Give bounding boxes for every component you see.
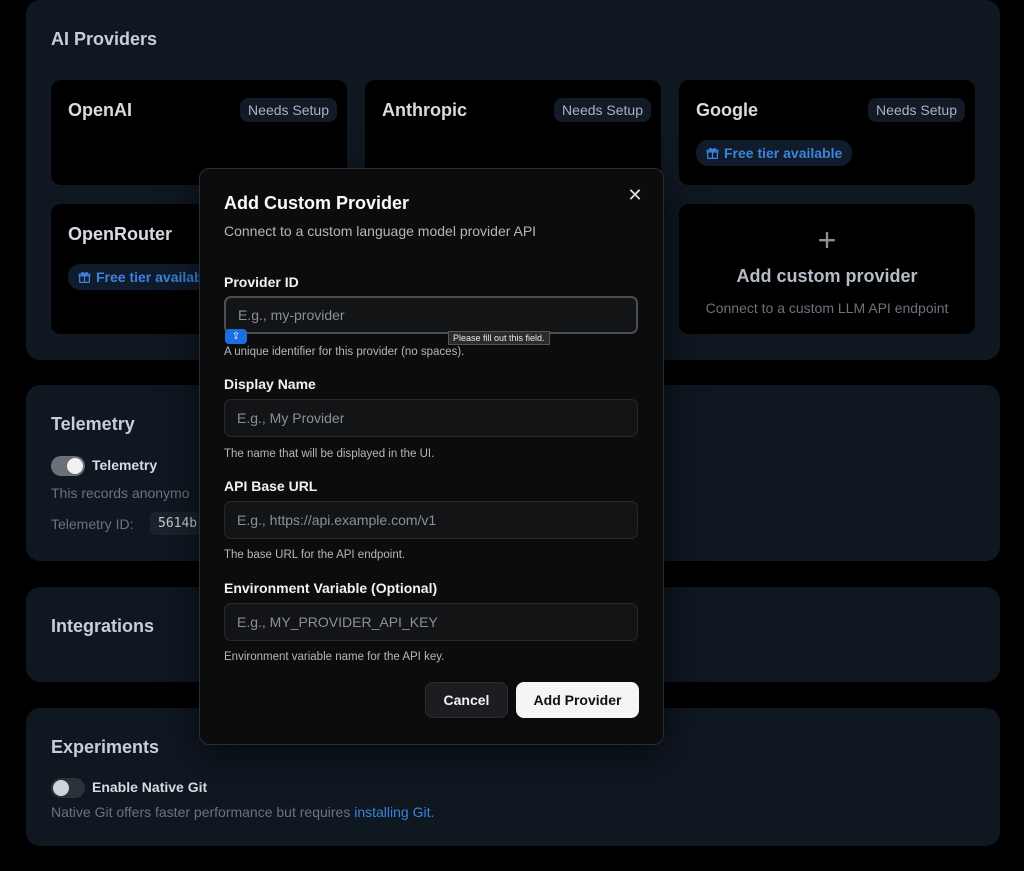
installing-git-link[interactable]: installing Git <box>354 804 430 820</box>
env-variable-input[interactable] <box>224 603 638 641</box>
dialog-title: Add Custom Provider <box>224 193 410 213</box>
section-title: Integrations <box>51 616 155 636</box>
dialog-subtitle: Connect to a custom language model provi… <box>224 223 537 239</box>
native-git-description: Native Git offers faster performance but… <box>51 804 434 820</box>
telemetry-id-label: Telemetry ID: <box>51 516 134 532</box>
description-text: Native Git offers faster performance but… <box>51 804 355 820</box>
section-title: AI Providers <box>51 29 158 49</box>
api-base-url-label: API Base URL <box>224 478 318 494</box>
close-icon[interactable]: ✕ <box>625 185 645 205</box>
env-variable-help: Environment variable name for the API ke… <box>224 651 445 663</box>
provider-id-input[interactable] <box>224 296 638 334</box>
free-tier-label: Free tier available <box>96 269 215 285</box>
api-base-url-help: The base URL for the API endpoint. <box>224 549 406 561</box>
provider-name: OpenRouter <box>68 224 173 244</box>
telemetry-id-value[interactable]: 5614b <box>150 512 206 535</box>
add-custom-provider-dialog: Add Custom Provider Connect to a custom … <box>199 168 664 745</box>
section-title: Telemetry <box>51 414 135 434</box>
native-git-label: Enable Native Git <box>92 779 208 795</box>
status-badge: Needs Setup <box>554 98 651 122</box>
free-tier-label: Free tier available <box>724 145 843 161</box>
provider-id-help: A unique identifier for this provider (n… <box>224 346 465 358</box>
env-variable-label: Environment Variable (Optional) <box>224 580 438 596</box>
telemetry-toggle-label: Telemetry <box>92 457 158 473</box>
add-provider-button[interactable]: Add Provider <box>516 682 639 718</box>
validation-tooltip: Please fill out this field. <box>448 331 550 345</box>
telemetry-toggle[interactable] <box>51 456 85 476</box>
display-name-help: The name that will be displayed in the U… <box>224 448 435 460</box>
status-badge: Needs Setup <box>240 98 337 122</box>
display-name-label: Display Name <box>224 376 316 392</box>
input-cursor-icon: ⇪ <box>225 329 247 344</box>
free-tier-badge: Free tier available <box>696 140 853 166</box>
provider-name: Anthropic <box>382 100 467 120</box>
plus-icon: + <box>817 222 837 258</box>
toggle-knob <box>67 458 83 474</box>
status-badge: Needs Setup <box>868 98 965 122</box>
api-base-url-input[interactable] <box>224 501 638 539</box>
provider-name: Google <box>696 100 758 120</box>
gift-icon <box>706 147 719 159</box>
add-card-subtitle: Connect to a custom LLM API endpoint <box>705 300 949 316</box>
description-end: . <box>430 804 435 820</box>
provider-card-google[interactable]: Google Needs Setup Free tier available <box>679 80 975 185</box>
telemetry-description: This records anonymo <box>51 485 190 501</box>
toggle-knob <box>53 780 69 796</box>
cancel-button[interactable]: Cancel <box>425 682 508 718</box>
gift-icon <box>78 271 91 283</box>
section-title: Experiments <box>51 737 160 757</box>
display-name-input[interactable] <box>224 399 638 437</box>
native-git-toggle[interactable] <box>51 778 85 798</box>
add-card-title: Add custom provider <box>736 266 918 286</box>
provider-id-label: Provider ID <box>224 274 299 290</box>
add-custom-provider-card[interactable]: + Add custom provider Connect to a custo… <box>679 204 975 334</box>
provider-name: OpenAI <box>68 100 133 120</box>
